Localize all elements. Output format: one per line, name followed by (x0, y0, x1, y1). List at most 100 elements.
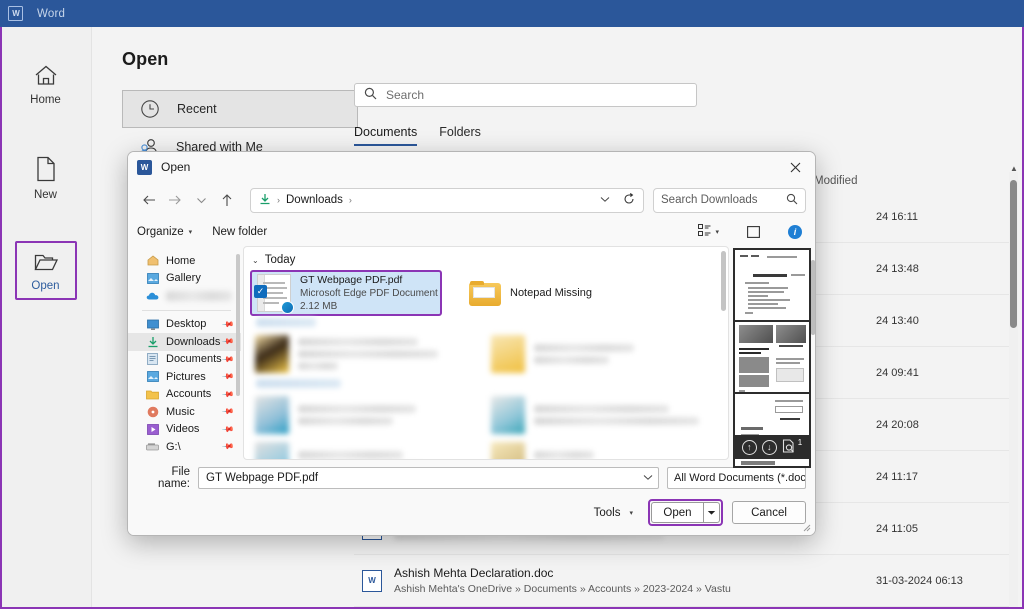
organize-button[interactable]: Organize ▾ (137, 226, 192, 238)
rail-item-open[interactable]: Open (14, 241, 77, 300)
rail-item-label: Open (31, 280, 60, 292)
open-dropdown-button[interactable] (703, 502, 720, 523)
folder-name: Notepad Missing (510, 287, 592, 299)
group-label: Today (264, 254, 296, 266)
tab-folders[interactable]: Folders (439, 125, 481, 146)
nav-item-label: Videos (166, 423, 200, 436)
pin-icon[interactable]: 📌 (221, 423, 234, 436)
group-header-today[interactable]: ⌄ Today (244, 247, 728, 270)
filetype-dropdown[interactable]: All Word Documents (*.docx;*. (667, 467, 806, 489)
tools-label: Tools (593, 506, 621, 519)
folder-item[interactable]: Notepad Missing (464, 270, 678, 316)
page-zoom-icon[interactable] (782, 438, 795, 456)
backstage-rail: Home New Open (0, 27, 92, 609)
documents-icon (146, 353, 159, 366)
refresh-icon[interactable] (623, 192, 639, 208)
arrow-down-circle-icon[interactable]: ↓ (761, 439, 777, 455)
nav-item-videos[interactable]: Videos 📌 (128, 421, 241, 439)
table-row[interactable]: W Ashish Mehta Declaration.doc Ashish Me… (354, 555, 1016, 607)
file-item[interactable] (250, 331, 464, 377)
row-filepath: Ashish Mehta's OneDrive » Documents » Ac… (394, 583, 731, 595)
folder-icon (469, 280, 501, 306)
nav-item-documents[interactable]: Documents 📌 (128, 351, 241, 369)
file-item[interactable] (250, 438, 464, 459)
backstage-scrollbar[interactable]: ▲ (1009, 164, 1018, 609)
downloads-icon (146, 335, 159, 348)
pin-icon[interactable]: 📌 (221, 335, 234, 348)
nav-item-music[interactable]: Music 📌 (128, 403, 241, 421)
tab-documents[interactable]: Documents (354, 125, 418, 146)
preview-toolbar: ↑ ↓ 1 (733, 435, 811, 459)
preview-scrollbar[interactable] (811, 260, 815, 335)
resize-grip[interactable] (802, 523, 812, 533)
place-recent[interactable]: Recent (122, 90, 358, 128)
arrow-up-icon[interactable] (215, 188, 239, 212)
arrow-up-circle-icon[interactable]: ↑ (741, 439, 757, 455)
nav-item-downloads[interactable]: Downloads 📌 (128, 333, 241, 351)
pin-icon[interactable]: 📌 (221, 353, 234, 366)
file-item[interactable] (486, 331, 700, 377)
nav-item-label: G:\ (166, 440, 181, 453)
nav-item-onedrive[interactable] (128, 287, 241, 305)
nav-item-label: Documents (166, 353, 222, 366)
address-bar[interactable]: › Downloads › (250, 187, 644, 213)
close-icon[interactable] (779, 154, 811, 180)
new-folder-label: New folder (212, 226, 268, 238)
arrow-right-icon[interactable] (163, 188, 187, 212)
file-item-selected[interactable]: ✓ GT Webpage PDF.pdf Microsoft Edge PDF … (250, 270, 442, 316)
nav-item-home[interactable]: Home (128, 252, 241, 270)
row-date: 24 11:17 (876, 470, 919, 483)
pin-icon[interactable]: 📌 (221, 388, 234, 401)
dialog-title: Open (161, 160, 191, 174)
info-icon[interactable]: i (784, 225, 806, 239)
open-button[interactable]: Open (651, 502, 703, 523)
file-item[interactable] (486, 438, 700, 459)
nav-item-gallery[interactable]: Gallery (128, 270, 241, 288)
arrow-left-icon[interactable] (137, 188, 161, 212)
scrollbar-thumb[interactable] (1010, 180, 1017, 328)
pin-icon[interactable]: 📌 (221, 318, 234, 331)
chevron-down-icon: ▾ (715, 229, 719, 236)
folder-icon (146, 388, 159, 401)
nav-item-desktop[interactable]: Desktop 📌 (128, 316, 241, 334)
row-date: 24 13:48 (876, 262, 919, 275)
scroll-up-arrow-icon[interactable]: ▲ (1010, 164, 1018, 173)
nav-pane-scrollbar[interactable] (236, 254, 240, 396)
pictures-icon (146, 370, 159, 383)
file-list-scrollbar[interactable] (721, 251, 726, 311)
cancel-button[interactable]: Cancel (732, 501, 806, 524)
address-dropdown-icon[interactable] (593, 195, 617, 206)
checkmark-icon[interactable]: ✓ (254, 285, 267, 298)
chevron-down-icon[interactable] (189, 188, 213, 212)
pin-icon[interactable]: 📌 (221, 405, 234, 418)
pin-icon[interactable]: 📌 (221, 440, 234, 453)
rail-item-new[interactable]: New (15, 146, 77, 209)
chevron-down-icon: ⌄ (252, 255, 259, 265)
filename-value: GT Webpage PDF.pdf (206, 472, 319, 484)
nav-item-accounts[interactable]: Accounts 📌 (128, 386, 241, 404)
word-document-icon: W (362, 569, 382, 592)
nav-item-label: Downloads (166, 335, 221, 348)
chevron-down-icon[interactable] (643, 473, 653, 483)
breadcrumb-separator: › (277, 195, 280, 205)
new-folder-button[interactable]: New folder (212, 226, 267, 238)
drive-icon (146, 440, 159, 453)
rail-item-home[interactable]: Home (15, 53, 77, 114)
nav-item-pictures[interactable]: Pictures 📌 (128, 368, 241, 386)
filename-input[interactable]: GT Webpage PDF.pdf (198, 467, 659, 489)
row-date: 24 16:11 (876, 210, 919, 223)
file-item[interactable] (486, 392, 700, 438)
clock-icon (139, 99, 161, 119)
pin-icon[interactable]: 📌 (221, 370, 234, 383)
word-document-icon: W (137, 159, 152, 175)
view-options-button[interactable]: ▾ (694, 224, 723, 240)
search-input[interactable]: Search Downloads (653, 187, 806, 213)
search-input[interactable]: Search (354, 83, 697, 107)
file-item[interactable] (250, 392, 464, 438)
file-type: Microsoft Edge PDF Document (300, 288, 438, 299)
tools-button[interactable]: Tools ▾ (588, 501, 639, 524)
preview-pane-icon[interactable] (743, 226, 764, 238)
breadcrumb-downloads[interactable]: Downloads (286, 194, 343, 206)
preview-page-1 (735, 250, 809, 322)
nav-item-drive-g[interactable]: G:\ 📌 (128, 438, 241, 456)
